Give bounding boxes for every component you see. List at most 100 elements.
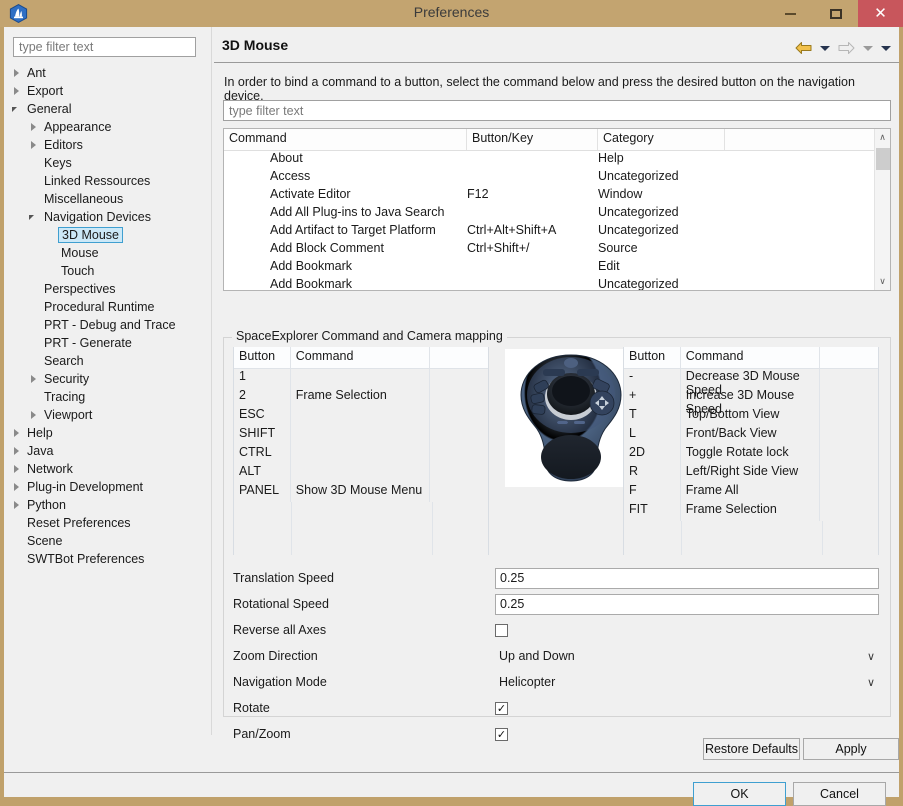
page-menu-dropdown[interactable]	[879, 38, 893, 58]
sidebar-item-ant[interactable]: Ant	[4, 64, 210, 82]
chevron-right-icon[interactable]	[12, 482, 23, 493]
sidebar-item-3d-mouse[interactable]: 3D Mouse	[4, 226, 210, 244]
sidebar-item-tracing[interactable]: Tracing	[4, 388, 210, 406]
sidebar-item-plug-in-development[interactable]: Plug-in Development	[4, 478, 210, 496]
sidebar-item-help[interactable]: Help	[4, 424, 210, 442]
chevron-right-icon[interactable]	[12, 86, 23, 97]
sidebar-item-editors[interactable]: Editors	[4, 136, 210, 154]
left-column-header-command[interactable]: Command	[291, 347, 431, 368]
column-header-category[interactable]: Category	[598, 129, 725, 150]
table-row[interactable]: SHIFT	[234, 426, 488, 445]
table-row[interactable]: T Top/Bottom View	[624, 407, 878, 426]
table-row[interactable]: CTRL	[234, 445, 488, 464]
column-header-command[interactable]: Command	[224, 129, 467, 150]
sidebar-item-touch[interactable]: Touch	[4, 262, 210, 280]
command-table-scrollbar[interactable]: ∧ ∨	[874, 129, 890, 290]
sidebar-item-reset-preferences[interactable]: Reset Preferences	[4, 514, 210, 532]
table-row[interactable]: PANEL Show 3D Mouse Menu	[234, 483, 488, 502]
table-row[interactable]: ESC	[234, 407, 488, 426]
table-row[interactable]: Add Artifact to Target Platform Ctrl+Alt+…	[224, 223, 890, 241]
table-row[interactable]: + Increase 3D Mouse Speed	[624, 388, 878, 416]
chevron-down-icon[interactable]	[29, 212, 40, 223]
table-row[interactable]: About Help	[224, 151, 890, 169]
table-row[interactable]: FIT Frame Selection	[624, 502, 878, 521]
sidebar-filter-input[interactable]: type filter text	[13, 37, 196, 57]
sidebar-item-perspectives[interactable]: Perspectives	[4, 280, 210, 298]
command-filter-input[interactable]: type filter text	[223, 100, 891, 121]
chevron-down-icon[interactable]: ∨	[867, 650, 875, 663]
table-row[interactable]: Add All Plug-ins to Java Search Uncategor…	[224, 205, 890, 223]
restore-defaults-button[interactable]: Restore Defaults	[703, 738, 800, 760]
back-history-dropdown[interactable]	[818, 38, 832, 58]
rotational-speed-input[interactable]: 0.25	[495, 593, 879, 615]
sidebar-item-prt-generate[interactable]: PRT - Generate	[4, 334, 210, 352]
zoom-direction-dropdown[interactable]: Up and Down ∨	[495, 646, 879, 667]
table-row[interactable]: - Decrease 3D Mouse Speed	[624, 369, 878, 397]
cancel-button[interactable]: Cancel	[793, 782, 886, 806]
table-row[interactable]: Activate Editor F12 Window	[224, 187, 890, 205]
sidebar-item-security[interactable]: Security	[4, 370, 210, 388]
minimize-button[interactable]	[768, 0, 813, 27]
close-button[interactable]: ✕	[858, 0, 903, 27]
chevron-right-icon[interactable]	[29, 140, 40, 151]
sidebar-item-procedural-runtime[interactable]: Procedural Runtime	[4, 298, 210, 316]
sidebar-item-swtbot-preferences[interactable]: SWTBot Preferences	[4, 550, 210, 568]
sidebar-item-prt-debug-and-trace[interactable]: PRT - Debug and Trace	[4, 316, 210, 334]
chevron-right-icon[interactable]	[12, 68, 23, 79]
sidebar-item-python[interactable]: Python	[4, 496, 210, 514]
scroll-down-icon[interactable]: ∨	[875, 273, 890, 290]
forward-arrow-icon[interactable]	[836, 38, 857, 58]
sidebar-item-search[interactable]: Search	[4, 352, 210, 370]
reverse-all-axes-checkbox[interactable]	[495, 623, 508, 637]
sidebar-item-java[interactable]: Java	[4, 442, 210, 460]
ok-button[interactable]: OK	[693, 782, 786, 806]
left-column-header-button[interactable]: Button	[234, 347, 291, 368]
table-row[interactable]: L Front/Back View	[624, 426, 878, 445]
rotate-checkbox[interactable]: ✓	[495, 701, 508, 715]
chevron-right-icon[interactable]	[12, 464, 23, 475]
table-row[interactable]: 2D Toggle Rotate lock	[624, 445, 878, 464]
table-row[interactable]: Access Uncategorized	[224, 169, 890, 187]
navigation-mode-dropdown[interactable]: Helicopter ∨	[495, 672, 879, 693]
chevron-right-icon[interactable]	[29, 374, 40, 385]
chevron-right-icon[interactable]	[12, 500, 23, 511]
table-row[interactable]: ALT	[234, 464, 488, 483]
page-title: 3D Mouse	[222, 37, 289, 53]
column-header-button-key[interactable]: Button/Key	[467, 129, 598, 150]
sidebar-item-navigation-devices[interactable]: Navigation Devices	[4, 208, 210, 226]
table-row[interactable]: Add Block Comment Ctrl+Shift+/ Source	[224, 241, 890, 259]
chevron-right-icon[interactable]	[12, 428, 23, 439]
sidebar-item-network[interactable]: Network	[4, 460, 210, 478]
table-row[interactable]: 2 Frame Selection	[234, 388, 488, 407]
chevron-down-icon[interactable]: ∨	[867, 676, 875, 689]
table-row[interactable]: 1	[234, 369, 488, 388]
sidebar-item-keys[interactable]: Keys	[4, 154, 210, 172]
chevron-down-icon[interactable]	[12, 104, 23, 115]
sidebar-item-general[interactable]: General	[4, 100, 210, 118]
chevron-right-icon[interactable]	[12, 446, 23, 457]
maximize-button[interactable]	[813, 0, 858, 27]
scrollbar-thumb[interactable]	[876, 148, 890, 170]
pan-zoom-checkbox[interactable]: ✓	[495, 727, 508, 741]
forward-history-dropdown[interactable]	[861, 38, 875, 58]
sidebar-item-mouse[interactable]: Mouse	[4, 244, 210, 262]
sidebar-item-export[interactable]: Export	[4, 82, 210, 100]
table-row[interactable]: R Left/Right Side View	[624, 464, 878, 483]
sidebar-item-viewport[interactable]: Viewport	[4, 406, 210, 424]
sidebar-item-linked-ressources[interactable]: Linked Ressources	[4, 172, 210, 190]
sidebar-item-scene[interactable]: Scene	[4, 532, 210, 550]
table-row[interactable]: Add Bookmark Edit	[224, 259, 890, 277]
chevron-right-icon[interactable]	[29, 122, 40, 133]
back-arrow-icon[interactable]	[793, 38, 814, 58]
sidebar-item-miscellaneous[interactable]: Miscellaneous	[4, 190, 210, 208]
table-row[interactable]: Add Bookmark Uncategorized	[224, 277, 890, 290]
right-column-header-command[interactable]: Command	[681, 347, 821, 368]
sidebar-item-appearance[interactable]: Appearance	[4, 118, 210, 136]
tree-spacer-icon	[29, 338, 40, 349]
apply-button[interactable]: Apply	[803, 738, 899, 760]
translation-speed-input[interactable]: 0.25	[495, 567, 879, 589]
chevron-right-icon[interactable]	[29, 410, 40, 421]
table-row[interactable]: F Frame All	[624, 483, 878, 502]
right-column-header-button[interactable]: Button	[624, 347, 681, 368]
scroll-up-icon[interactable]: ∧	[875, 129, 890, 146]
